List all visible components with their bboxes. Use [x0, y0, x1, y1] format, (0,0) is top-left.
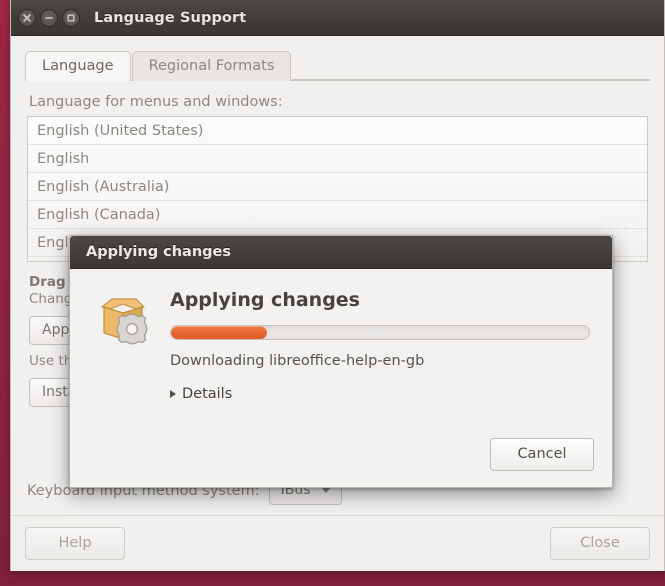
- dialog-main: Applying changes Downloading libreoffice…: [170, 287, 590, 402]
- maximize-icon[interactable]: [62, 8, 80, 27]
- close-icon[interactable]: [18, 8, 36, 27]
- language-support-window: Language Support Language Regional Forma…: [10, 0, 665, 571]
- tab-regional-formats[interactable]: Regional Formats: [131, 51, 292, 81]
- tab-filler: [292, 79, 650, 80]
- list-item[interactable]: English: [28, 145, 647, 173]
- tab-language[interactable]: Language: [25, 51, 131, 81]
- minimize-icon[interactable]: [40, 8, 58, 27]
- window-action-bar: Help Close: [11, 515, 664, 571]
- dialog-heading: Applying changes: [170, 289, 360, 311]
- dialog-titlebar[interactable]: Applying changes: [70, 236, 612, 269]
- language-list-label: Language for menus and windows:: [29, 94, 283, 110]
- list-item[interactable]: English (United States): [28, 117, 647, 145]
- dialog-title: Applying changes: [86, 244, 231, 260]
- close-button[interactable]: Close: [550, 527, 650, 560]
- progress-status-text: Downloading libreoffice-help-en-gb: [170, 353, 425, 369]
- tab-strip: Language Regional Formats: [25, 48, 650, 81]
- help-button[interactable]: Help: [25, 527, 125, 560]
- list-item[interactable]: English (Australia): [28, 173, 647, 201]
- package-gear-icon: [92, 287, 154, 402]
- details-label: Details: [182, 386, 233, 402]
- window-titlebar[interactable]: Language Support: [11, 0, 664, 36]
- list-item[interactable]: English (Canada): [28, 201, 647, 229]
- progress-bar: [170, 325, 590, 340]
- desktop-backdrop: Language Support Language Regional Forma…: [0, 0, 665, 586]
- progress-bar-fill: [171, 326, 268, 339]
- window-title: Language Support: [94, 9, 247, 26]
- window-controls: [18, 8, 80, 27]
- cancel-button[interactable]: Cancel: [490, 438, 594, 471]
- details-expander[interactable]: Details: [170, 386, 232, 402]
- dialog-action-area: Cancel: [490, 438, 594, 471]
- chevron-right-icon: [170, 390, 176, 398]
- applying-changes-dialog: Applying changes Applying changes Downlo…: [69, 235, 613, 488]
- window-content: Language Regional Formats Language for m…: [11, 36, 664, 571]
- dialog-body: Applying changes Downloading libreoffice…: [70, 269, 612, 402]
